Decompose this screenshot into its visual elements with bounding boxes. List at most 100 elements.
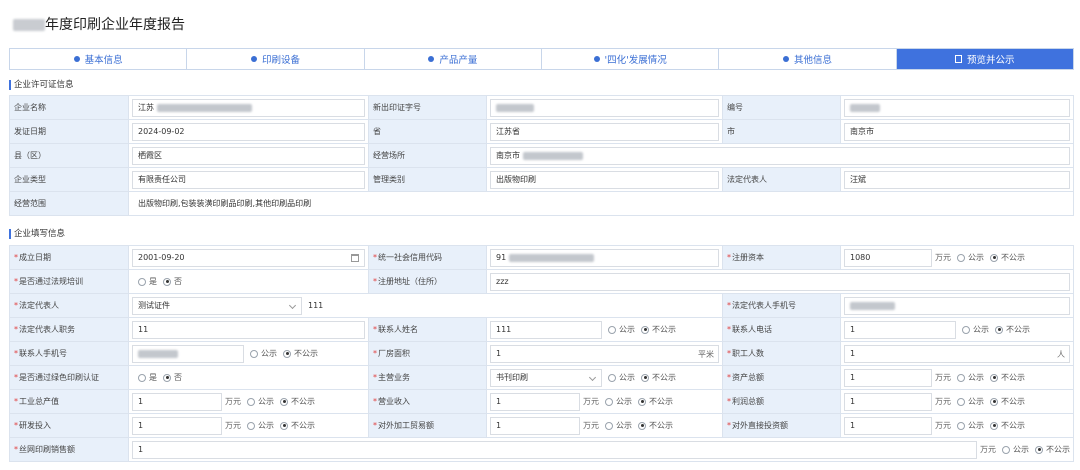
contact-mobile-field[interactable]	[132, 344, 244, 363]
no-radio[interactable]	[163, 373, 171, 382]
scope-field[interactable]: 出版物印刷,包装装潢印刷品印刷,其他印刷品印刷	[132, 194, 1070, 213]
rnd-field[interactable]: 1	[132, 416, 222, 435]
new-license-field[interactable]	[490, 98, 719, 117]
revenue-label: * 营业收入	[369, 390, 487, 413]
profit-visibility: 公示 不公示	[951, 396, 1025, 407]
main-business-select[interactable]: 书刊印刷	[490, 368, 602, 387]
public-radio[interactable]	[962, 325, 970, 334]
public-radio[interactable]	[1002, 445, 1010, 454]
not-public-radio[interactable]	[995, 325, 1003, 334]
legal-title-field[interactable]: 11	[132, 320, 365, 339]
calendar-icon[interactable]	[351, 253, 359, 262]
silk-field[interactable]: 1	[132, 440, 977, 459]
unit-label: 万元	[225, 397, 241, 406]
credit-code-field[interactable]: 91	[490, 248, 719, 267]
not-public-radio[interactable]	[990, 421, 998, 430]
capital-input[interactable]: 1080	[844, 248, 932, 267]
yes-radio[interactable]	[138, 373, 146, 382]
issue-date-field[interactable]: 2024-09-02	[132, 122, 365, 141]
not-public-radio[interactable]	[641, 373, 649, 382]
tab-product-output[interactable]: 产品产量	[365, 49, 542, 69]
public-radio[interactable]	[957, 253, 965, 262]
not-public-radio[interactable]	[990, 373, 998, 382]
public-radio[interactable]	[957, 421, 965, 430]
county-field[interactable]: 栖霞区	[132, 146, 365, 165]
founded-date-picker[interactable]: 2001-09-20	[132, 248, 365, 267]
trade-field[interactable]: 1	[490, 416, 580, 435]
company-name-field[interactable]: 江苏	[132, 98, 365, 117]
not-public-radio[interactable]	[990, 253, 998, 262]
radio-label: 公示	[258, 397, 274, 406]
license-row: 县（区） 栖霞区 经营场所 南京市	[10, 144, 1074, 168]
not-public-radio[interactable]	[280, 421, 288, 430]
public-radio[interactable]	[608, 325, 616, 334]
radio-label: 不公示	[649, 421, 673, 430]
contact-mobile-visibility: 公示 不公示	[244, 348, 318, 359]
output-field[interactable]: 1	[132, 392, 222, 411]
public-radio[interactable]	[247, 421, 255, 430]
label-text: 注册地址（住所）	[378, 277, 442, 286]
public-radio[interactable]	[247, 397, 255, 406]
revenue-field[interactable]: 1	[490, 392, 580, 411]
radio-label: 公示	[968, 373, 984, 382]
legal-rep-label: * 法定代表人	[10, 294, 129, 317]
label-text: 法定代表人手机号	[732, 301, 796, 310]
assets-field[interactable]: 1	[844, 368, 932, 387]
not-public-radio[interactable]	[638, 421, 646, 430]
public-radio[interactable]	[957, 373, 965, 382]
address-field[interactable]: 南京市	[490, 146, 1070, 165]
company-type-field[interactable]: 有限责任公司	[132, 170, 365, 189]
public-radio[interactable]	[605, 421, 613, 430]
tab-label: 基本信息	[84, 55, 123, 66]
staff-value: 1	[850, 349, 856, 358]
city-field[interactable]: 南京市	[844, 122, 1070, 141]
main-business-value: 书刊印刷	[496, 373, 528, 382]
credit-code-value: 91	[496, 253, 507, 262]
tab-basic-info[interactable]: 基本信息	[10, 49, 188, 69]
contact-name-field[interactable]: 111	[490, 320, 602, 339]
contact-tel-field[interactable]: 1	[844, 320, 956, 339]
address-value: 南京市	[496, 151, 520, 160]
profit-field[interactable]: 1	[844, 392, 932, 411]
unit-label: 万元	[583, 421, 599, 430]
province-field[interactable]: 江苏省	[490, 122, 719, 141]
not-public-radio[interactable]	[990, 397, 998, 406]
required-mark: *	[373, 373, 377, 382]
staff-field[interactable]: 1人	[844, 344, 1070, 363]
radio-label: 不公示	[1001, 397, 1025, 406]
tab-other-info[interactable]: 其他信息	[719, 49, 897, 69]
legal-rep-label: 法定代表人	[723, 168, 841, 191]
address-label: 经营场所	[369, 144, 487, 167]
label-text: 资产总额	[732, 373, 764, 382]
legal-phone-field[interactable]	[844, 296, 1070, 315]
tab-preview-publish[interactable]: 预览并公示	[896, 49, 1073, 69]
number-field[interactable]	[844, 98, 1070, 117]
category-field[interactable]: 出版物印刷	[490, 170, 719, 189]
public-radio[interactable]	[250, 349, 258, 358]
reg-address-field[interactable]: zzz	[490, 272, 1070, 291]
not-public-radio[interactable]	[638, 397, 646, 406]
fdi-field[interactable]: 1	[844, 416, 932, 435]
not-public-radio[interactable]	[280, 397, 288, 406]
fdi-visibility: 公示 不公示	[951, 420, 1025, 431]
id-type-select[interactable]: 测试证件	[132, 296, 302, 315]
id-number-field[interactable]: 111	[302, 296, 719, 315]
public-radio[interactable]	[605, 397, 613, 406]
not-public-radio[interactable]	[1035, 445, 1043, 454]
unit-label: 万元	[583, 397, 599, 406]
unit-label: 万元	[225, 421, 241, 430]
not-public-radio[interactable]	[641, 325, 649, 334]
public-radio[interactable]	[957, 397, 965, 406]
tab-label: '四化'发展情况	[604, 55, 667, 66]
yes-radio[interactable]	[138, 277, 146, 286]
legal-rep-field[interactable]: 汪斌	[844, 170, 1070, 189]
tab-four-developments[interactable]: '四化'发展情况	[542, 49, 720, 69]
plant-area-field[interactable]: 1 平米	[490, 344, 719, 363]
tab-printing-equipment[interactable]: 印刷设备	[187, 49, 365, 69]
trade-label: * 对外加工贸易额	[369, 414, 487, 437]
check-circle-icon	[593, 56, 600, 62]
public-radio[interactable]	[608, 373, 616, 382]
no-radio[interactable]	[163, 277, 171, 286]
radio-label: 否	[174, 373, 182, 382]
not-public-radio[interactable]	[283, 349, 291, 358]
